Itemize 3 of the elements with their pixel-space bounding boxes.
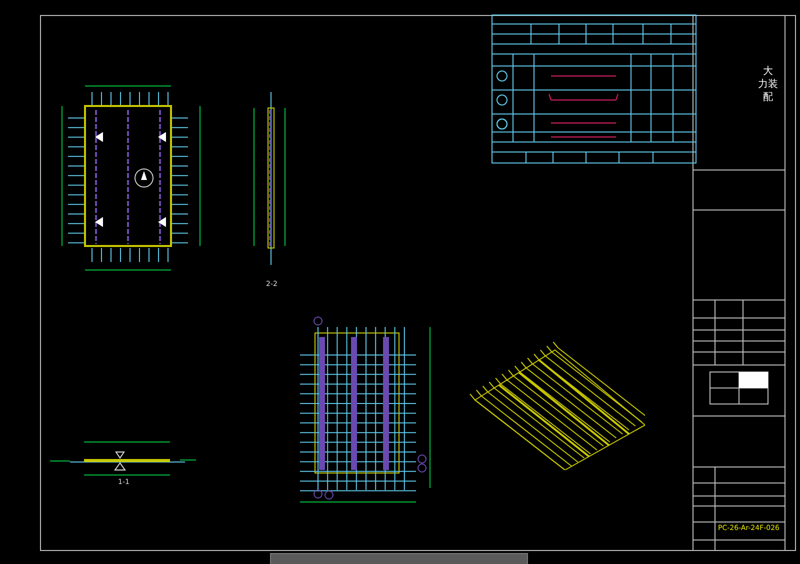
- sheet-title-line: 配: [763, 92, 773, 103]
- sheet-title-line: 大: [763, 66, 773, 77]
- sheet-title-line: 力装: [758, 79, 778, 90]
